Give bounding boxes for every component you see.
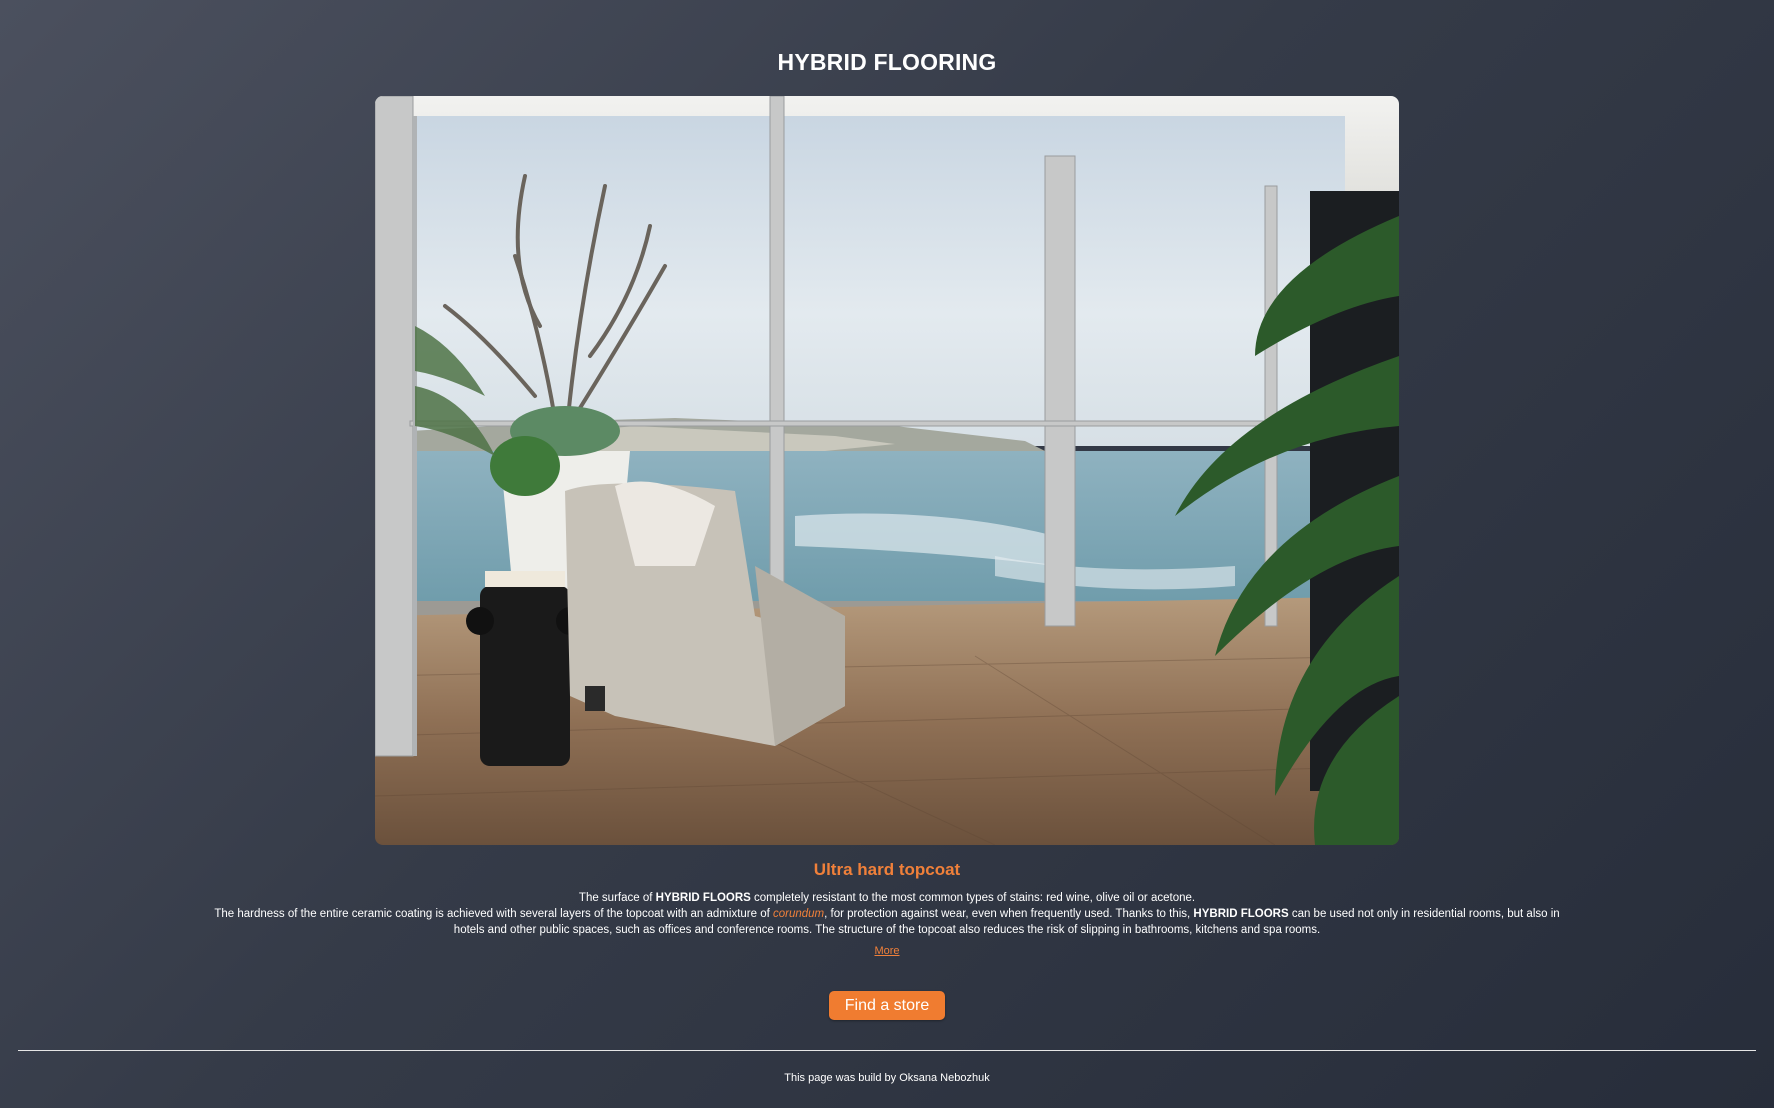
page-title: HYBRID FLOORING [777, 49, 997, 75]
footer-credit: This page was build by Oksana Nebozhuk [784, 1072, 990, 1084]
find-store-button[interactable]: Find a store [829, 991, 945, 1020]
more-link[interactable]: More [874, 945, 899, 957]
corundum-term: corundum [773, 908, 825, 920]
desc-text: completely resistant to the most common … [750, 892, 1196, 904]
brand-name: HYBRID FLOORS [655, 892, 751, 904]
desc-text: The hardness of the entire ceramic coati… [214, 908, 773, 920]
section-title: Ultra hard topcoat [813, 860, 961, 879]
more-link-wrapper: More [0, 945, 1774, 957]
section-description: The surface of HYBRID FLOORS completely … [200, 890, 1574, 938]
brand-name: HYBRID FLOORS [1193, 908, 1289, 920]
desc-text: The surface of [578, 892, 656, 904]
hero-image [375, 96, 1399, 845]
desc-text: , for protection against wear, even when… [824, 908, 1194, 920]
footer-divider [18, 1050, 1756, 1051]
